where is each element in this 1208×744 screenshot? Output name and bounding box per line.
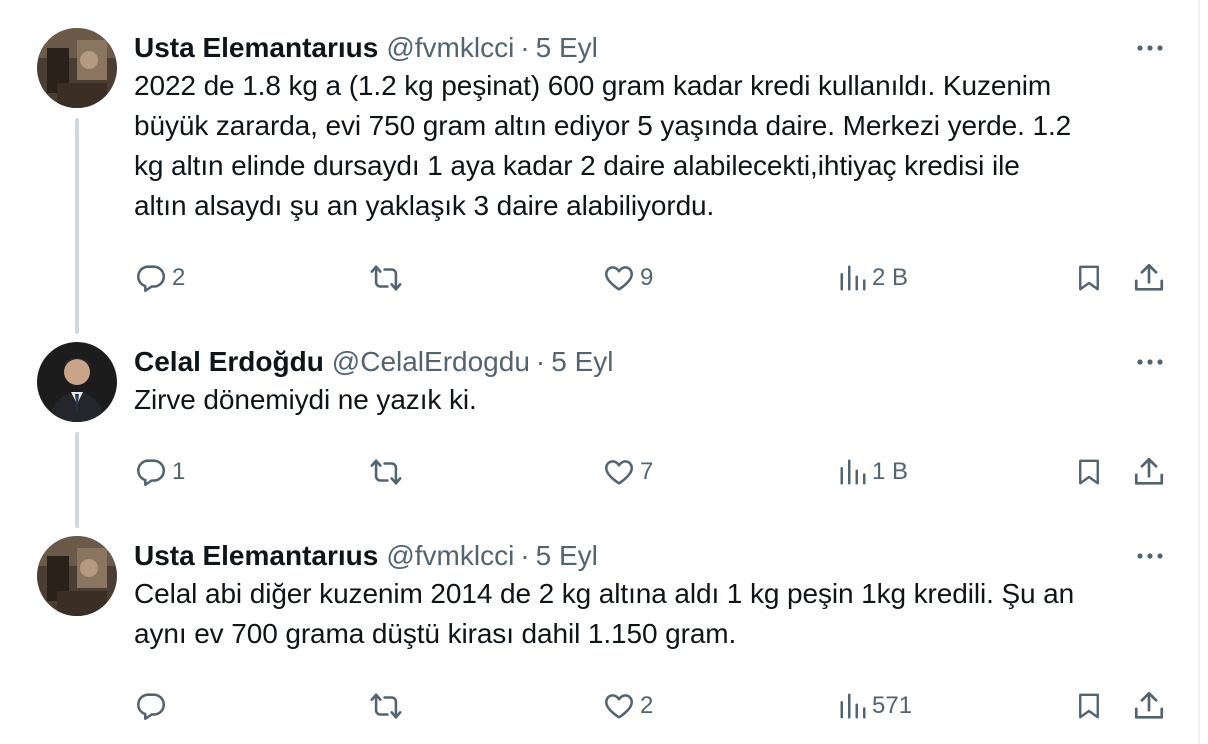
- heart-icon: [605, 694, 633, 719]
- reply-button[interactable]: [134, 686, 172, 726]
- share-icon: [1134, 263, 1164, 291]
- retweet-button[interactable]: [368, 258, 408, 298]
- share-button[interactable]: [1132, 258, 1166, 298]
- tweet-text-line: kg altın elinde dursaydı 1 aya kadar 2 d…: [134, 150, 1020, 181]
- retweet-icon: [370, 693, 402, 719]
- bookmark-icon: [1079, 693, 1099, 719]
- retweet-icon: [370, 459, 402, 485]
- tweet-text-line: 2022 de 1.8 kg a (1.2 kg peşinat) 600 gr…: [134, 70, 1052, 101]
- tweet-text: Celal abi diğer kuzenim 2014 de 2 kg alt…: [134, 574, 1174, 654]
- tweet-header: Celal Erdoğdu @CelalErdogdu · 5 Eyl: [134, 342, 613, 382]
- views-chart-icon: [840, 459, 866, 485]
- avatar[interactable]: [37, 28, 117, 108]
- more-options-icon[interactable]: [1134, 348, 1166, 376]
- action-bar: 2 9 2 B: [134, 258, 1174, 298]
- author-handle[interactable]: @fvmklcci: [386, 540, 514, 572]
- tweet-text-line: büyük zararda, evi 750 gram altın ediyor…: [134, 110, 1072, 141]
- author-name[interactable]: Usta Elemantarıus: [134, 32, 378, 64]
- like-button[interactable]: 9: [602, 258, 653, 298]
- thread-connector: [75, 432, 79, 528]
- bookmark-button[interactable]: [1074, 686, 1104, 726]
- more-options-icon[interactable]: [1134, 34, 1166, 62]
- more-options-icon[interactable]: [1134, 542, 1166, 570]
- tweet-text-line: altın alsaydı şu an yaklaşık 3 daire ala…: [134, 190, 715, 221]
- retweet-button[interactable]: [368, 452, 408, 492]
- author-name[interactable]: Celal Erdoğdu: [134, 346, 324, 378]
- share-button[interactable]: [1132, 452, 1166, 492]
- reply-icon: [137, 459, 166, 487]
- retweet-icon: [370, 265, 402, 291]
- share-button[interactable]: [1132, 686, 1166, 726]
- views-button[interactable]: 1 B: [838, 452, 908, 492]
- like-count: 9: [640, 264, 654, 291]
- reply-icon: [137, 693, 166, 721]
- action-bar: 1 7 1 B: [134, 452, 1174, 492]
- reply-button[interactable]: 2: [134, 258, 185, 298]
- views-count: 2 B: [872, 264, 909, 291]
- share-icon: [1134, 691, 1164, 719]
- bookmark-icon: [1079, 459, 1099, 485]
- like-count: 2: [640, 692, 654, 719]
- views-button[interactable]: 571: [838, 686, 912, 726]
- separator-dot: ·: [520, 540, 530, 571]
- tweet-date[interactable]: 5 Eyl: [551, 346, 613, 378]
- tweet-text-line: Celal abi diğer kuzenim 2014 de 2 kg alt…: [134, 578, 1075, 609]
- author-handle[interactable]: @CelalErdogdu: [332, 346, 530, 378]
- share-icon: [1134, 457, 1164, 485]
- views-chart-icon: [840, 265, 866, 291]
- tweet-header: Usta Elemantarıus @fvmklcci · 5 Eyl: [134, 28, 598, 68]
- tweet-text: 2022 de 1.8 kg a (1.2 kg peşinat) 600 gr…: [134, 66, 1174, 226]
- separator-dot: ·: [520, 32, 530, 63]
- bookmark-button[interactable]: [1074, 452, 1104, 492]
- tweet-date[interactable]: 5 Eyl: [536, 32, 598, 64]
- tweet-text: Zirve dönemiydi ne yazık ki.: [134, 380, 1174, 420]
- reply-icon: [137, 265, 166, 293]
- thread-connector: [75, 118, 79, 334]
- bookmark-icon: [1079, 265, 1099, 291]
- like-button[interactable]: 2: [602, 686, 653, 726]
- author-handle[interactable]: @fvmklcci: [386, 32, 514, 64]
- reply-count: 1: [172, 458, 186, 485]
- views-button[interactable]: 2 B: [838, 258, 908, 298]
- heart-icon: [605, 266, 633, 291]
- like-button[interactable]: 7: [602, 452, 653, 492]
- author-name[interactable]: Usta Elemantarıus: [134, 540, 378, 572]
- reply-thread: Usta Elemantarıus @fvmklcci · 5 Eyl 2022…: [0, 0, 1200, 744]
- reply-count: 2: [172, 264, 186, 291]
- action-bar: 2 571: [134, 686, 1174, 726]
- tweet-text-line: Zirve dönemiydi ne yazık ki.: [134, 384, 477, 415]
- retweet-button[interactable]: [368, 686, 408, 726]
- views-chart-icon: [840, 693, 866, 719]
- avatar[interactable]: [37, 342, 117, 422]
- heart-icon: [605, 460, 633, 485]
- avatar[interactable]: [37, 536, 117, 616]
- bookmark-button[interactable]: [1074, 258, 1104, 298]
- tweet-date[interactable]: 5 Eyl: [536, 540, 598, 572]
- separator-dot: ·: [535, 346, 546, 377]
- like-count: 7: [640, 458, 654, 485]
- views-count: 1 B: [872, 458, 909, 485]
- views-count: 571: [872, 692, 913, 719]
- tweet-header: Usta Elemantarıus @fvmklcci · 5 Eyl: [134, 536, 598, 576]
- tweet-text-line: aynı ev 700 grama düştü kirası dahil 1.1…: [134, 618, 737, 649]
- reply-button[interactable]: 1: [134, 452, 185, 492]
